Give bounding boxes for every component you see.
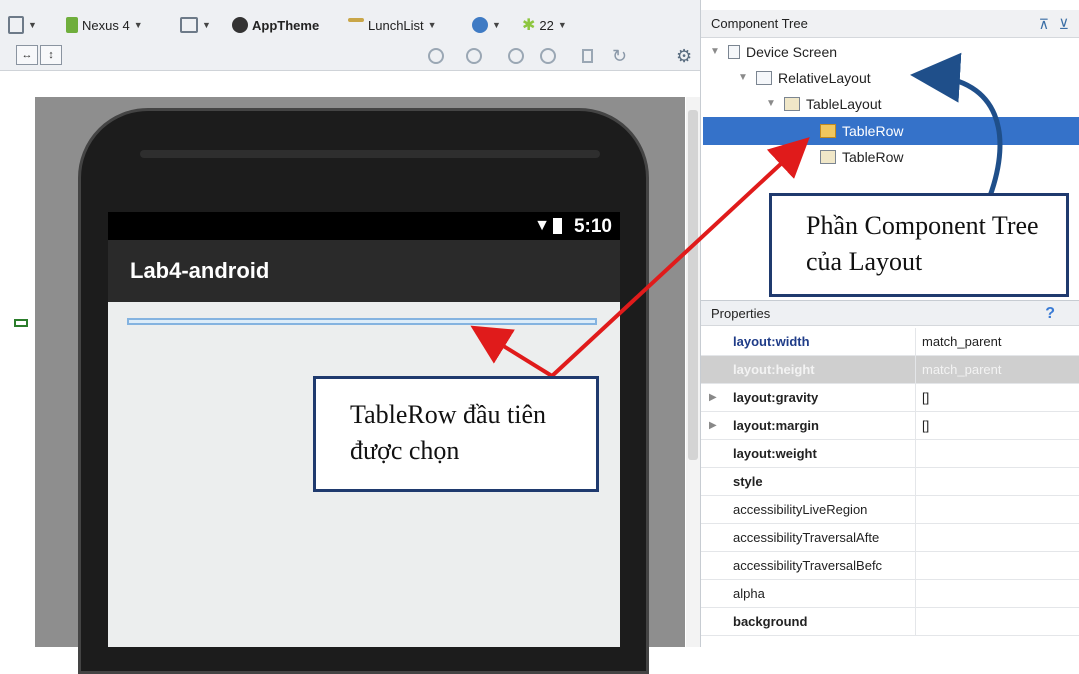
blue-arrow-to-tree [910,52,1003,197]
red-arrow-to-tree [550,137,810,378]
first-row-callout: TableRow đầu tiên được chọn [313,376,599,492]
component-tree-callout: Phần Component Tree của Layout [769,193,1069,297]
annotation-arrows [470,52,1003,378]
red-arrow-to-row [470,325,554,378]
